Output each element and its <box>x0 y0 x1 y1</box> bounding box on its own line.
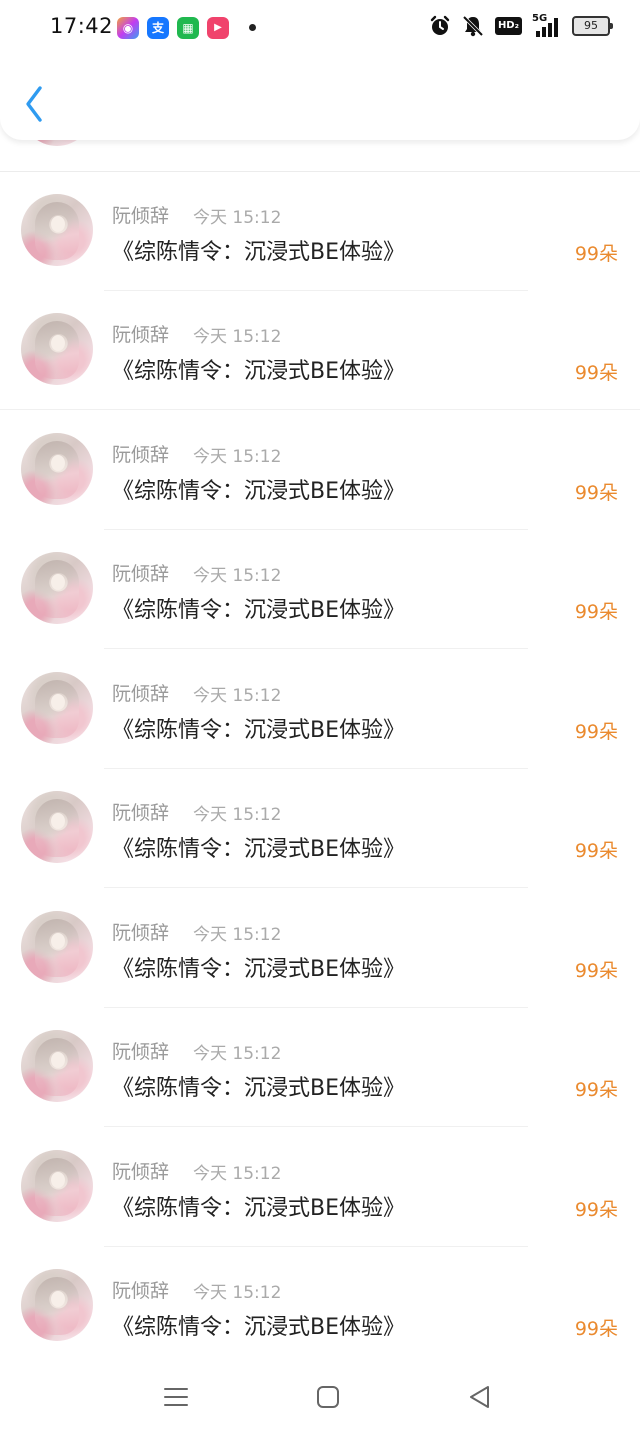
chevron-left-icon <box>26 86 42 122</box>
flower-count: 99朵 <box>574 840 618 862</box>
sender-name: 阮倾辞 <box>112 563 170 585</box>
timestamp: 今天 15:12 <box>193 1164 282 1184</box>
sender-name: 阮倾辞 <box>112 922 170 944</box>
flower-count: 99朵 <box>574 601 618 623</box>
list-item[interactable]: 阮倾辞 今天 15:12 《综陈情令：沉浸式BE体验》 99朵 <box>0 1247 640 1366</box>
sender-name: 阮倾辞 <box>112 802 170 824</box>
book-title: 《综陈情令：沉浸式BE体验》 <box>112 359 405 384</box>
timestamp: 今天 15:12 <box>193 208 282 228</box>
menu-button[interactable] <box>161 1382 191 1412</box>
timestamp: 今天 15:12 <box>193 447 282 467</box>
triangle-back-icon <box>470 1386 489 1408</box>
list-item[interactable]: 阮倾辞 今天 15:12 《综陈情令：沉浸式BE体验》 99朵 <box>0 769 640 888</box>
sender-name: 阮倾辞 <box>112 444 170 466</box>
network-type-label: 5G <box>532 13 548 24</box>
list-item[interactable]: 阮倾辞 今天 15:12 《综陈情令：沉浸式BE体验》 99朵 <box>0 650 640 769</box>
hd-voice-badge: HD₂ <box>494 17 522 35</box>
notification-app-icons: ◉ 支 ▦ ▶ <box>117 17 229 39</box>
sender-name: 阮倾辞 <box>112 1041 170 1063</box>
sender-name: 阮倾辞 <box>112 324 170 346</box>
flower-count: 99朵 <box>574 362 618 384</box>
flower-count: 99朵 <box>574 482 618 504</box>
book-title: 《综陈情令：沉浸式BE体验》 <box>112 1196 405 1221</box>
timestamp: 今天 15:12 <box>193 1044 282 1064</box>
divider <box>104 887 528 888</box>
timestamp: 今天 15:12 <box>193 566 282 586</box>
avatar <box>21 433 93 505</box>
avatar <box>21 1150 93 1222</box>
home-button[interactable] <box>313 1382 343 1412</box>
avatar <box>21 313 93 385</box>
battery-indicator: 95 <box>572 16 613 36</box>
alarm-icon <box>430 15 450 35</box>
avatar <box>21 1269 93 1341</box>
home-square-icon <box>317 1386 339 1408</box>
book-title: 《综陈情令：沉浸式BE体验》 <box>112 479 405 504</box>
divider <box>104 648 528 649</box>
timestamp: 今天 15:12 <box>193 1283 282 1303</box>
divider <box>104 1126 528 1127</box>
list-item[interactable]: 阮倾辞 今天 15:12 《综陈情令：沉浸式BE体验》 99朵 <box>0 1128 640 1247</box>
avatar <box>21 911 93 983</box>
clock: 17:42 <box>50 14 114 38</box>
app-header <box>0 58 640 140</box>
avatar <box>21 791 93 863</box>
flower-count: 99朵 <box>574 960 618 982</box>
book-title: 《综陈情令：沉浸式BE体验》 <box>112 718 405 743</box>
book-title: 《综陈情令：沉浸式BE体验》 <box>112 1076 405 1101</box>
list-item[interactable]: 阮倾辞 今天 15:12 《综陈情令：沉浸式BE体验》 99朵 <box>0 291 640 410</box>
flower-count: 99朵 <box>574 1318 618 1340</box>
book-title: 《综陈情令：沉浸式BE体验》 <box>112 957 405 982</box>
menu-icon <box>164 1388 188 1406</box>
timestamp: 今天 15:12 <box>193 327 282 347</box>
list-item[interactable]: 阮倾辞 今天 15:12 《综陈情令：沉浸式BE体验》 99朵 <box>0 172 640 291</box>
timestamp: 今天 15:12 <box>193 686 282 706</box>
avatar <box>21 1030 93 1102</box>
alipay-icon: 支 <box>147 17 169 39</box>
system-nav-bar <box>0 1360 640 1433</box>
mute-bell-icon <box>462 15 484 37</box>
sender-name: 阮倾辞 <box>112 1161 170 1183</box>
list-item[interactable]: 阮倾辞 今天 15:12 《综陈情令：沉浸式BE体验》 99朵 <box>0 411 640 530</box>
avatar <box>21 552 93 624</box>
book-title: 《综陈情令：沉浸式BE体验》 <box>112 837 405 862</box>
list-item[interactable]: 阮倾辞 今天 15:12 《综陈情令：沉浸式BE体验》 99朵 <box>0 1008 640 1127</box>
back-button[interactable] <box>20 84 50 124</box>
timestamp: 今天 15:12 <box>193 805 282 825</box>
flower-count: 99朵 <box>574 1079 618 1101</box>
sender-name: 阮倾辞 <box>112 205 170 227</box>
status-indicators: HD₂ 5G 95 <box>429 13 613 37</box>
signal-5g-icon: 5G <box>532 13 562 37</box>
flower-count: 99朵 <box>574 243 618 265</box>
status-bar: 17:42 ◉ 支 ▦ ▶ HD₂ 5G 95 <box>0 0 640 58</box>
book-title: 《综陈情令：沉浸式BE体验》 <box>112 240 405 265</box>
list-item[interactable]: 阮倾辞 今天 15:12 《综陈情令：沉浸式BE体验》 99朵 <box>0 530 640 649</box>
book-title: 《综陈情令：沉浸式BE体验》 <box>112 1315 405 1340</box>
flower-count: 99朵 <box>574 1199 618 1221</box>
video-play-icon: ▶ <box>207 17 229 39</box>
sender-name: 阮倾辞 <box>112 1280 170 1302</box>
book-title: 《综陈情令：沉浸式BE体验》 <box>112 598 405 623</box>
more-notifications-dot <box>249 24 256 31</box>
timestamp: 今天 15:12 <box>193 925 282 945</box>
flower-count: 99朵 <box>574 721 618 743</box>
app-icon-multicolor: ◉ <box>117 17 139 39</box>
avatar <box>21 194 93 266</box>
avatar <box>21 672 93 744</box>
list-item[interactable]: 阮倾辞 今天 15:12 《综陈情令：沉浸式BE体验》 99朵 <box>0 889 640 1008</box>
app-icon-green: ▦ <box>177 17 199 39</box>
divider <box>0 409 640 410</box>
sender-name: 阮倾辞 <box>112 683 170 705</box>
back-nav-button[interactable] <box>465 1382 495 1412</box>
